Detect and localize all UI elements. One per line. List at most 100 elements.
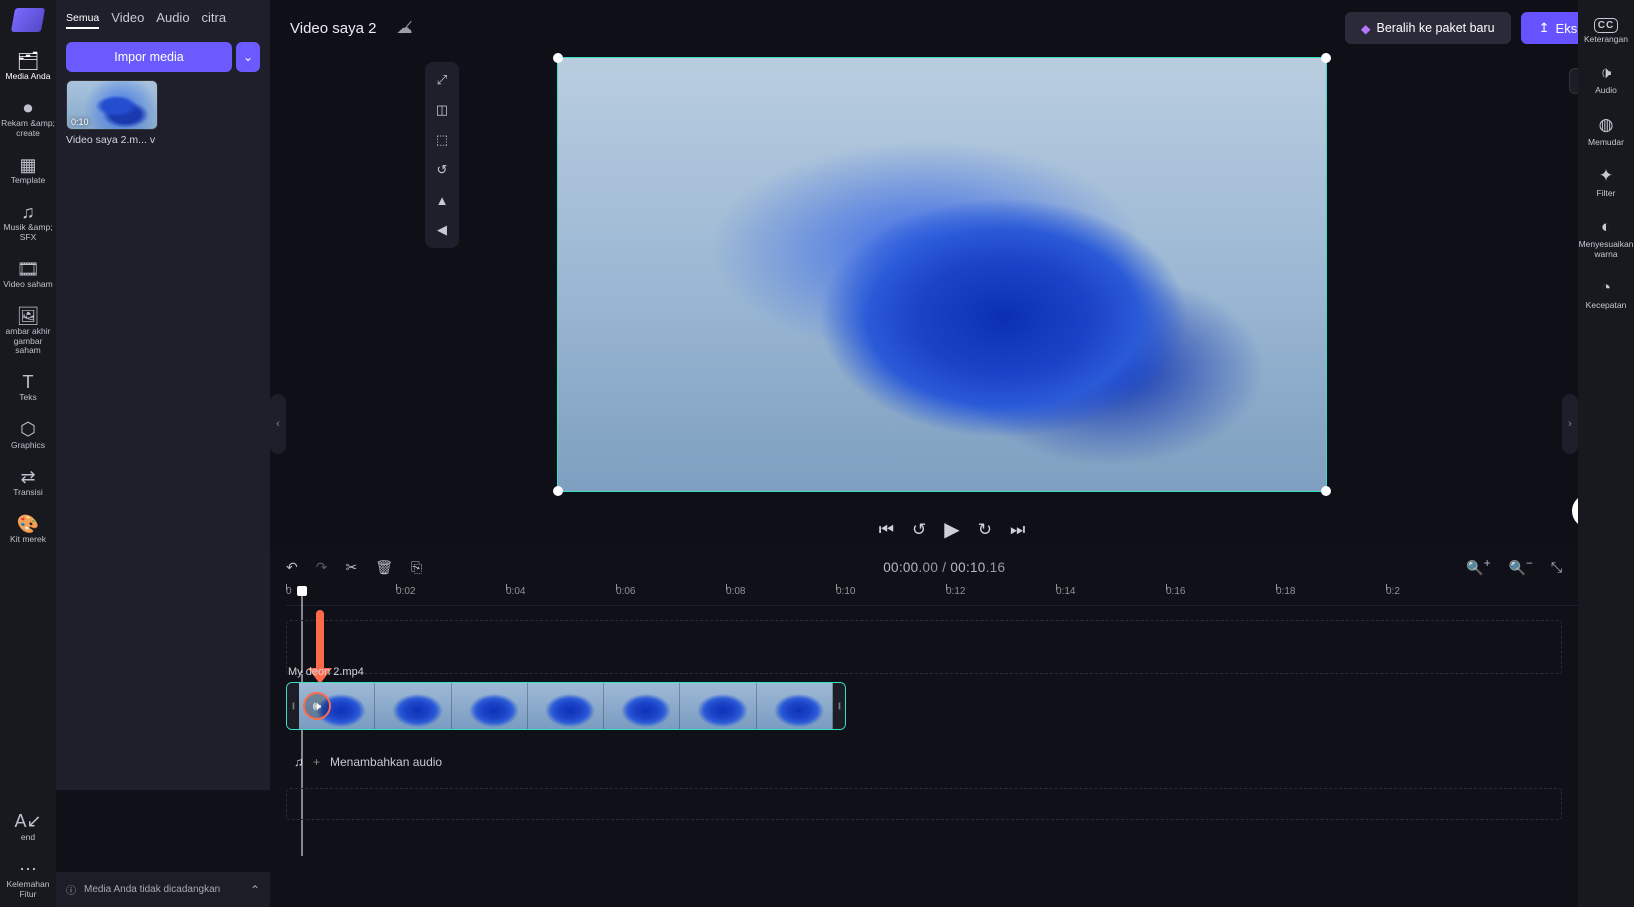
transition-icon: ⇄ — [20, 466, 35, 488]
nav-item-label: Video saham — [3, 280, 52, 289]
next-button[interactable]: ⏭ — [1010, 520, 1025, 540]
tab-video[interactable]: Video — [111, 10, 144, 30]
rr-item-fade[interactable]: ◍ Memudar — [1578, 108, 1634, 153]
delete-button[interactable]: 🗑 — [375, 559, 393, 576]
ruler-tick: 0:18 — [1276, 586, 1295, 597]
import-dropdown-button[interactable]: ⌄ — [236, 42, 260, 72]
timeline: ↶ ↷ ✂ 🗑 ⎘ 00:00.00 / 00:10.16 🔍+ 🔍− ⤡ 00… — [270, 548, 1578, 907]
collapse-right-panel[interactable]: › — [1562, 394, 1578, 454]
contrast-icon: ◐ — [1601, 216, 1611, 238]
nav-item-label: Template — [11, 176, 46, 185]
nav-item-stock-video[interactable]: 🎞 Video saham — [0, 252, 56, 297]
ruler-tick: 0 — [286, 586, 292, 597]
rr-item-speed[interactable]: ◔ Kecepatan — [1578, 271, 1634, 316]
play-button[interactable]: ▶ — [944, 517, 959, 542]
nav-item-media[interactable]: 🗂 Media Anda — [0, 44, 56, 89]
image-icon: 🖼 — [17, 305, 40, 327]
upgrade-button[interactable]: ◆ Beralih ke paket baru — [1345, 12, 1511, 44]
rr-item-color[interactable]: ◐ Menyesuaikan warna — [1578, 210, 1634, 265]
rr-item-filter[interactable]: ✦ Filter — [1578, 159, 1634, 204]
rr-item-label: Menyesuaikan warna — [1578, 240, 1634, 259]
playhead[interactable] — [297, 586, 307, 596]
prev-button[interactable]: ⏮ — [879, 520, 894, 540]
media-thumbnail[interactable]: 0:10 — [66, 80, 158, 130]
timeline-tools: ↶ ↷ ✂ 🗑 ⎘ 00:00.00 / 00:10.16 🔍+ 🔍− ⤡ — [270, 548, 1578, 586]
clip-left-handle[interactable]: || — [287, 683, 299, 729]
filter-icon: ✦ — [1599, 165, 1613, 187]
nav-item-text[interactable]: T Teks — [0, 365, 56, 410]
project-title[interactable]: Video saya 2 — [290, 20, 376, 37]
diamond-icon: ◆ — [1361, 21, 1371, 36]
upload-icon: ↥ — [1539, 20, 1550, 36]
resize-handle-br[interactable] — [1321, 486, 1331, 496]
nav-item-captions-end[interactable]: A↙ end — [0, 805, 56, 850]
nav-item-templates[interactable]: ▦ Template — [0, 148, 56, 193]
empty-track[interactable] — [286, 788, 1562, 820]
clip-audio-button[interactable]: 🕪 — [303, 692, 331, 720]
shapes-icon: ⬡ — [20, 419, 36, 441]
zoom-out-button[interactable]: 🔍− — [1509, 557, 1533, 577]
backup-bar[interactable]: ⓘ Media Anda tidak dicadangkan ⌃ — [56, 872, 270, 907]
zoom-fit-button[interactable]: ⤡ — [1551, 559, 1562, 576]
ruler-tick: 0:08 — [726, 586, 745, 597]
rr-item-audio[interactable]: 🕩 Audio — [1578, 56, 1634, 101]
timeline-ruler[interactable]: 00:020:040:060:080:100:120:140:160:180:2 — [286, 586, 1578, 606]
duplicate-button[interactable]: ⎘ — [411, 559, 422, 576]
rr-item-label: Filter — [1597, 189, 1616, 198]
undo-button[interactable]: ↶ — [286, 559, 298, 576]
tab-image[interactable]: citra — [202, 10, 227, 30]
nav-item-label: end — [21, 833, 35, 842]
redo-button[interactable]: ↷ — [316, 559, 328, 576]
resize-handle-tr[interactable] — [1321, 53, 1331, 63]
forward-10-button[interactable]: ↻ — [978, 520, 992, 540]
annotation-arrow — [316, 610, 324, 674]
nav-item-music[interactable]: ♫ Musik &amp; SFX — [0, 195, 56, 250]
zoom-in-button[interactable]: 🔍+ — [1466, 557, 1490, 577]
split-button[interactable]: ✂ — [345, 559, 357, 576]
tab-audio[interactable]: Audio — [156, 10, 189, 30]
rr-item-label: Audio — [1595, 86, 1617, 95]
chevron-up-icon: ⌃ — [250, 883, 260, 897]
stage: Video saya 2 ☁̸ ◆ Beralih ke paket baru … — [270, 0, 1634, 548]
rewind-10-button[interactable]: ↺ — [912, 520, 926, 540]
nav-item-label: Kelemahan Fitur — [6, 880, 49, 899]
ruler-tick: 0:16 — [1166, 586, 1185, 597]
rr-item-captions[interactable]: CC Keterangan — [1578, 6, 1634, 50]
nav-item-brandkit[interactable]: 🎨 Kit merek — [0, 507, 56, 552]
cloud-off-icon[interactable]: ☁̸ — [396, 18, 412, 38]
video-track[interactable]: My deon 2.mp4 || || 🕪 — [286, 682, 1562, 736]
dots-icon: ⋯ — [19, 858, 37, 880]
video-clip[interactable]: || || 🕪 — [286, 682, 846, 730]
clip-right-handle[interactable]: || — [833, 683, 845, 729]
nav-item-label: Media Anda — [6, 72, 51, 81]
right-rail: CC Keterangan 🕩 Audio ◍ Memudar ✦ Filter… — [1578, 0, 1634, 907]
ruler-tick: 0:06 — [616, 586, 635, 597]
collapse-media-panel[interactable]: ‹ — [270, 394, 286, 454]
nav-item-label: Teks — [19, 393, 36, 402]
resize-handle-bl[interactable] — [553, 486, 563, 496]
nav-item-transitions[interactable]: ⇄ Transisi — [0, 460, 56, 505]
record-icon: ⏺ — [24, 97, 33, 119]
nav-item-label: Kit merek — [10, 535, 46, 544]
ruler-tick: 0:02 — [396, 586, 415, 597]
tab-all[interactable]: Semua — [66, 12, 99, 29]
clip-frame — [757, 683, 833, 729]
audio-track[interactable]: ♫ + Menambahkan audio — [286, 744, 1562, 780]
import-media-button[interactable]: Impor media — [66, 42, 232, 72]
resize-handle-tl[interactable] — [553, 53, 563, 63]
nav-item-stock-image[interactable]: 🖼 ambar akhir gambar saham — [0, 299, 56, 363]
timeline-time: 00:00.00 / 00:10.16 — [883, 560, 1005, 575]
ruler-tick: 0:10 — [836, 586, 855, 597]
nav-item-record[interactable]: ⏺ Rekam &amp; create — [0, 91, 56, 146]
ruler-tick: 0:12 — [946, 586, 965, 597]
time-current: 00:00 — [883, 560, 918, 575]
rr-item-label: Memudar — [1588, 138, 1624, 147]
nav-item-graphics[interactable]: ⬡ Graphics — [0, 413, 56, 458]
clip-label: My deon 2.mp4 — [288, 666, 364, 678]
empty-track[interactable] — [286, 620, 1562, 674]
app-logo — [11, 8, 45, 32]
preview-canvas[interactable] — [557, 57, 1327, 492]
nav-item-feature-weakness[interactable]: ⋯ Kelemahan Fitur — [0, 852, 56, 907]
timeline-body: My deon 2.mp4 || || 🕪 ♫ + Menamb — [270, 606, 1578, 820]
film-icon: 🎞 — [17, 258, 40, 280]
